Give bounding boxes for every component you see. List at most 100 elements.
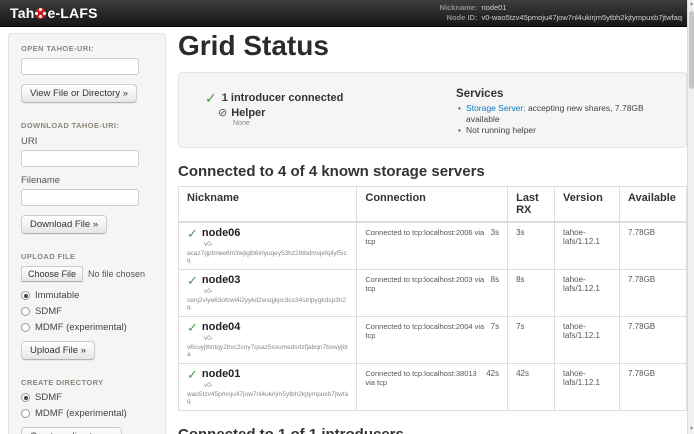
upload-format-sdmf[interactable]: SDMF (21, 306, 153, 317)
radio-sdmf-label: SDMF (35, 306, 62, 317)
sidebar-forms-panel: OPEN TAHOE-URI: View File or Directory »… (8, 33, 166, 434)
open-uri-label: OPEN TAHOE-URI: (21, 44, 153, 53)
connection-time: 8s (491, 275, 499, 293)
logo-text-pre: Tah (10, 5, 34, 21)
storage-table-header: Nickname Connection Last RX Version Avai… (179, 187, 687, 223)
radio-dir-sdmf-icon[interactable] (21, 393, 30, 402)
col-version: Version (555, 187, 620, 223)
node-id-value: v0-wao5tzv45pmoju47jow7nl4ukirjm5ytbh2kj… (481, 13, 682, 23)
main-content: Grid Status ✓ 1 introducer connected ⊘ H… (178, 28, 687, 434)
table-row: ✓node06 v0- acaz7gptmee6m3wjiglb6irlyuqe… (179, 222, 687, 270)
vertical-scrollbar[interactable]: ▲ ▼ (687, 0, 694, 434)
connection-text: Connected to tcp:localhost:2003 via tcp (365, 275, 486, 293)
create-directory-button[interactable]: Create a directory » (21, 427, 122, 434)
connected-check-icon: ✓ (187, 275, 198, 287)
dir-format-mdmf[interactable]: MDMF (experimental) (21, 408, 153, 419)
service-item-helper: Not running helper (456, 125, 668, 136)
uri-field-label: URI (21, 136, 153, 147)
radio-sdmf-icon[interactable] (21, 307, 30, 316)
download-uri-input[interactable] (21, 150, 139, 167)
nickname-value: node01 (481, 3, 506, 13)
node-id-prefix: v0- (204, 288, 348, 295)
upload-file-label: UPLOAD FILE (21, 252, 153, 261)
node-meta: Nickname: node01 Node ID: v0-wao5tzv45pm… (425, 3, 682, 23)
dir-format-sdmf[interactable]: SDMF (21, 392, 153, 403)
storage-server-link[interactable]: Storage Server: (466, 103, 526, 113)
node-nickname: node03 (202, 275, 241, 286)
node-id-prefix: v0- (204, 382, 348, 389)
open-uri-input[interactable] (21, 58, 139, 75)
download-uri-section: DOWNLOAD TAHOE-URI: URI Filename Downloa… (21, 121, 153, 234)
view-file-button[interactable]: View File or Directory » (21, 84, 137, 103)
last-rx-cell: 42s (508, 364, 555, 411)
col-nickname: Nickname (179, 187, 357, 223)
radio-dir-mdmf-icon[interactable] (21, 409, 30, 418)
scrollbar-thumb[interactable] (689, 11, 694, 89)
version-cell: tahoe-lafs/1.12.1 (555, 364, 620, 411)
storage-servers-heading: Connected to 4 of 4 known storage server… (178, 163, 687, 180)
connection-cell: Connected to tcp:localhost:2006 via tcp 3… (357, 222, 508, 270)
upload-file-button[interactable]: Upload File » (21, 341, 95, 360)
sidebar: OPEN TAHOE-URI: View File or Directory »… (8, 33, 166, 434)
choose-file-button[interactable]: Choose File (21, 266, 83, 282)
connection-text: Connected to tcp:localhost:2006 via tcp (365, 228, 486, 246)
node-id-prefix: v0- (204, 335, 348, 342)
status-summary-panel: ✓ 1 introducer connected ⊘ Helper None S… (178, 72, 687, 148)
tahoe-lafs-logo: Tah e-LAFS (10, 5, 98, 21)
node-nickname: node01 (202, 369, 241, 380)
node-nickname: node06 (202, 228, 241, 239)
introducer-check-icon: ✓ (205, 92, 217, 105)
nickname-cell: ✓ node03 v0- senj2viye63ofcwi4i2yykd2wsqj… (179, 270, 357, 317)
upload-format-mdmf[interactable]: MDMF (experimental) (21, 322, 153, 333)
table-row: ✓ node03 v0- senj2viye63ofcwi4i2yykd2wsqj… (179, 270, 687, 317)
helper-label: Helper (231, 107, 265, 119)
radio-immutable-label: Immutable (35, 290, 79, 301)
filename-field-label: Filename (21, 175, 153, 186)
logo-text-post: e-LAFS (47, 5, 97, 21)
helper-service-text: Not running helper (466, 125, 536, 135)
upload-format-immutable[interactable]: Immutable (21, 290, 153, 301)
nickname-cell: ✓node04 v0- v6cuyjtbntqy2bvc2cny7qsaz5ss… (179, 317, 357, 364)
scroll-down-icon[interactable]: ▼ (688, 425, 694, 434)
available-cell: 7.78GB (620, 270, 687, 317)
version-cell: tahoe-lafs/1.12.1 (555, 270, 620, 317)
available-cell: 7.78GB (620, 317, 687, 364)
node-id-label: Node ID: (425, 13, 477, 23)
node-id-hash: v6cuyjtbntqy2bvc2cny7qsaz5ssumedsrtzfjab… (187, 344, 348, 358)
download-file-button[interactable]: Download File » (21, 215, 107, 234)
connection-cell: Connected to tcp:localhost:38013 via tcp… (357, 364, 508, 411)
version-cell: tahoe-lafs/1.12.1 (555, 317, 620, 364)
node-id-hash: senj2viye63ofcwi4i2yykd2wsqjkpc3cs34strl… (187, 297, 348, 311)
connection-time: 7s (491, 322, 499, 340)
upload-file-section: UPLOAD FILE Choose File No file chosen I… (21, 252, 153, 360)
helper-disabled-icon: ⊘ (218, 107, 227, 119)
table-row: ✓node01 v0- wao5tzv45pmoju47jow7nl4ukirj… (179, 364, 687, 411)
col-connection: Connection (357, 187, 508, 223)
service-item-storage: Storage Server: accepting new shares, 7.… (456, 103, 668, 125)
radio-mdmf-icon[interactable] (21, 323, 30, 332)
node-id-hash: acaz7gptmee6m3wjiglb6irlyuqey53hz28tbdmv… (187, 250, 348, 264)
status-left-column: ✓ 1 introducer connected ⊘ Helper None (197, 86, 456, 134)
version-cell: tahoe-lafs/1.12.1 (555, 222, 620, 270)
connection-cell: Connected to tcp:localhost:2003 via tcp 8… (357, 270, 508, 317)
table-row: ✓node04 v0- v6cuyjtbntqy2bvc2cny7qsaz5ss… (179, 317, 687, 364)
radio-dir-sdmf-label: SDMF (35, 392, 62, 403)
no-file-chosen-text: No file chosen (88, 269, 145, 279)
introducer-status-text: 1 introducer connected (222, 92, 344, 104)
services-title: Services (456, 88, 668, 100)
col-available: Available (620, 187, 687, 223)
connection-time: 3s (491, 228, 499, 246)
introducers-heading: Connected to 1 of 1 introducers (178, 426, 687, 434)
connection-time: 42s (486, 369, 499, 387)
create-directory-section: CREATE DIRECTORY SDMF MDMF (experimental… (21, 378, 153, 434)
radio-mdmf-label: MDMF (experimental) (35, 322, 127, 333)
download-uri-label: DOWNLOAD TAHOE-URI: (21, 121, 153, 130)
page-title: Grid Status (178, 30, 687, 62)
create-directory-label: CREATE DIRECTORY (21, 378, 153, 387)
download-filename-input[interactable] (21, 189, 139, 206)
node-id-hash: wao5tzv45pmoju47jow7nl4ukirjm5ytbh2kjtym… (187, 391, 348, 405)
radio-immutable-icon[interactable] (21, 291, 30, 300)
col-last-rx: Last RX (508, 187, 555, 223)
scroll-up-icon[interactable]: ▲ (688, 0, 694, 9)
storage-servers-table: Nickname Connection Last RX Version Avai… (178, 186, 687, 411)
